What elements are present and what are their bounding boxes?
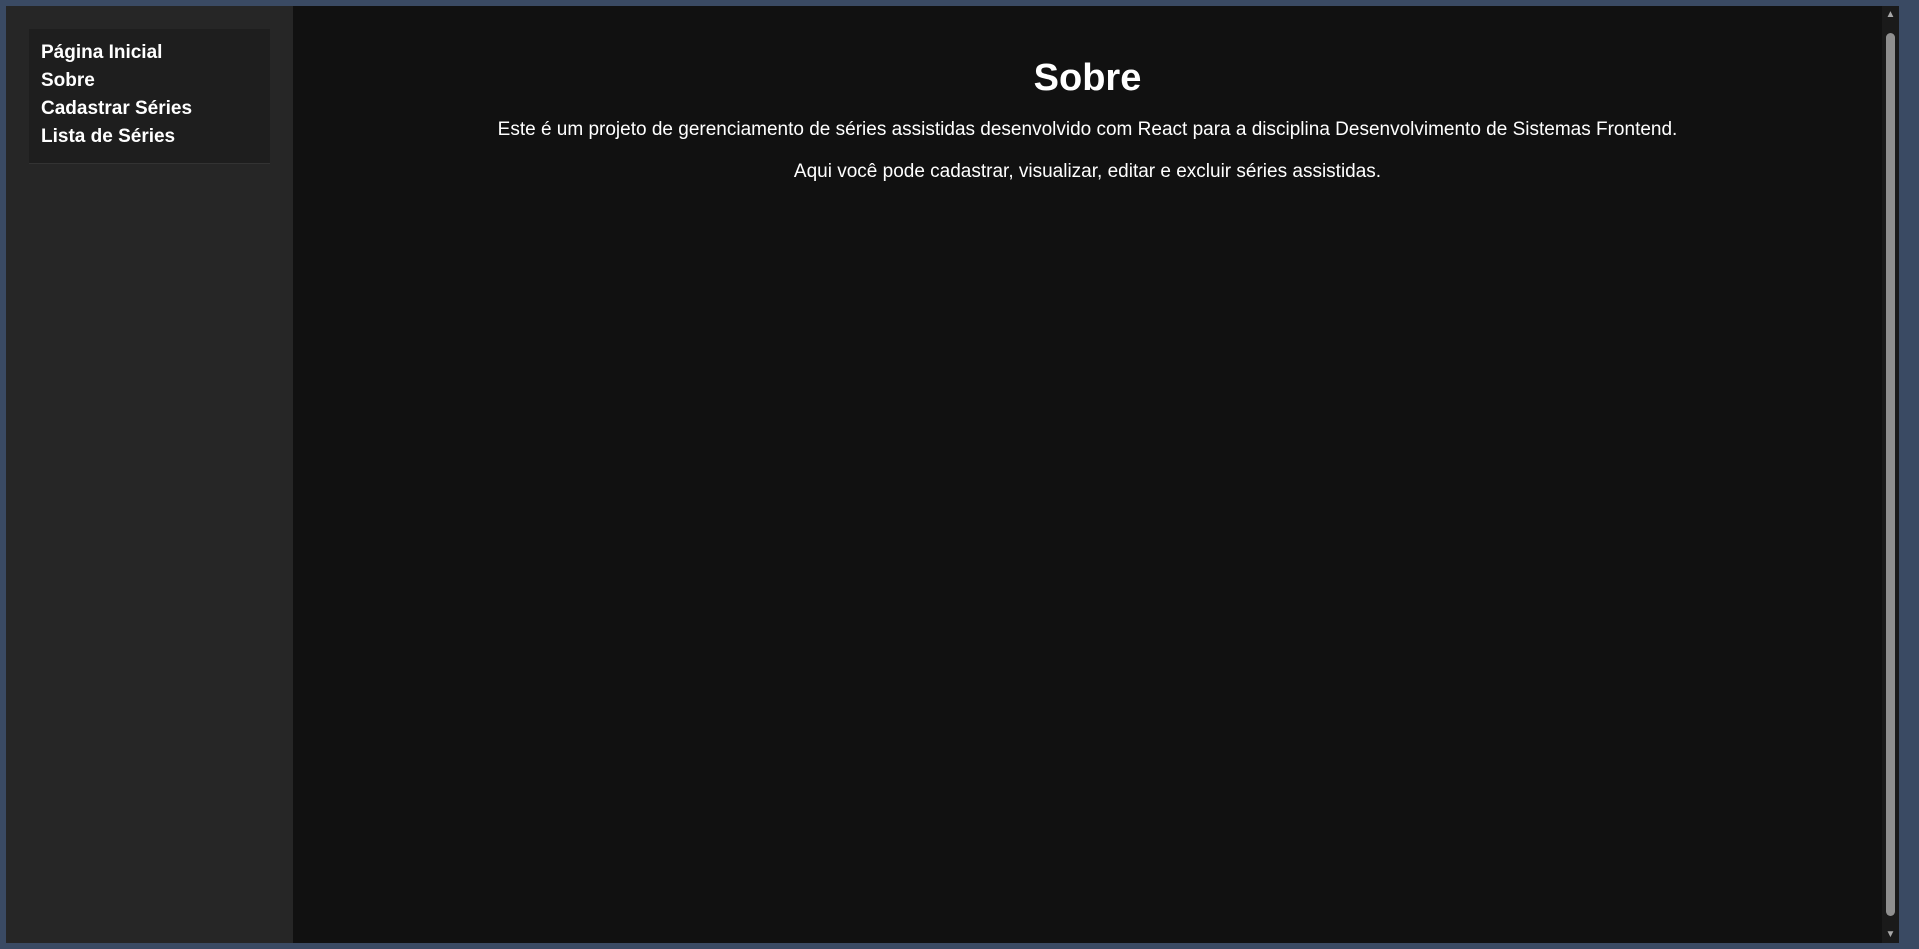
- vertical-scrollbar[interactable]: ▲ ▼: [1882, 6, 1899, 943]
- scroll-thumb[interactable]: [1886, 33, 1895, 916]
- features-paragraph: Aqui você pode cadastrar, visualizar, ed…: [793, 161, 1382, 182]
- app-window: Página Inicial Sobre Cadastrar Séries Li…: [6, 6, 1899, 943]
- description-paragraph: Este é um projeto de gerenciamento de sé…: [497, 119, 1678, 140]
- sidebar-item-about[interactable]: Sobre: [41, 67, 258, 95]
- sidebar-nav: Página Inicial Sobre Cadastrar Séries Li…: [29, 29, 270, 164]
- page-title: Sobre: [1033, 57, 1142, 99]
- sidebar-item-home[interactable]: Página Inicial: [41, 39, 258, 67]
- sidebar-item-series-list[interactable]: Lista de Séries: [41, 123, 258, 151]
- sidebar-item-register-series[interactable]: Cadastrar Séries: [41, 95, 258, 123]
- main-content: Sobre Este é um projeto de gerenciamento…: [293, 6, 1882, 943]
- scroll-down-icon[interactable]: ▼: [1882, 926, 1899, 943]
- sidebar: Página Inicial Sobre Cadastrar Séries Li…: [6, 6, 293, 943]
- scroll-up-icon[interactable]: ▲: [1882, 6, 1899, 23]
